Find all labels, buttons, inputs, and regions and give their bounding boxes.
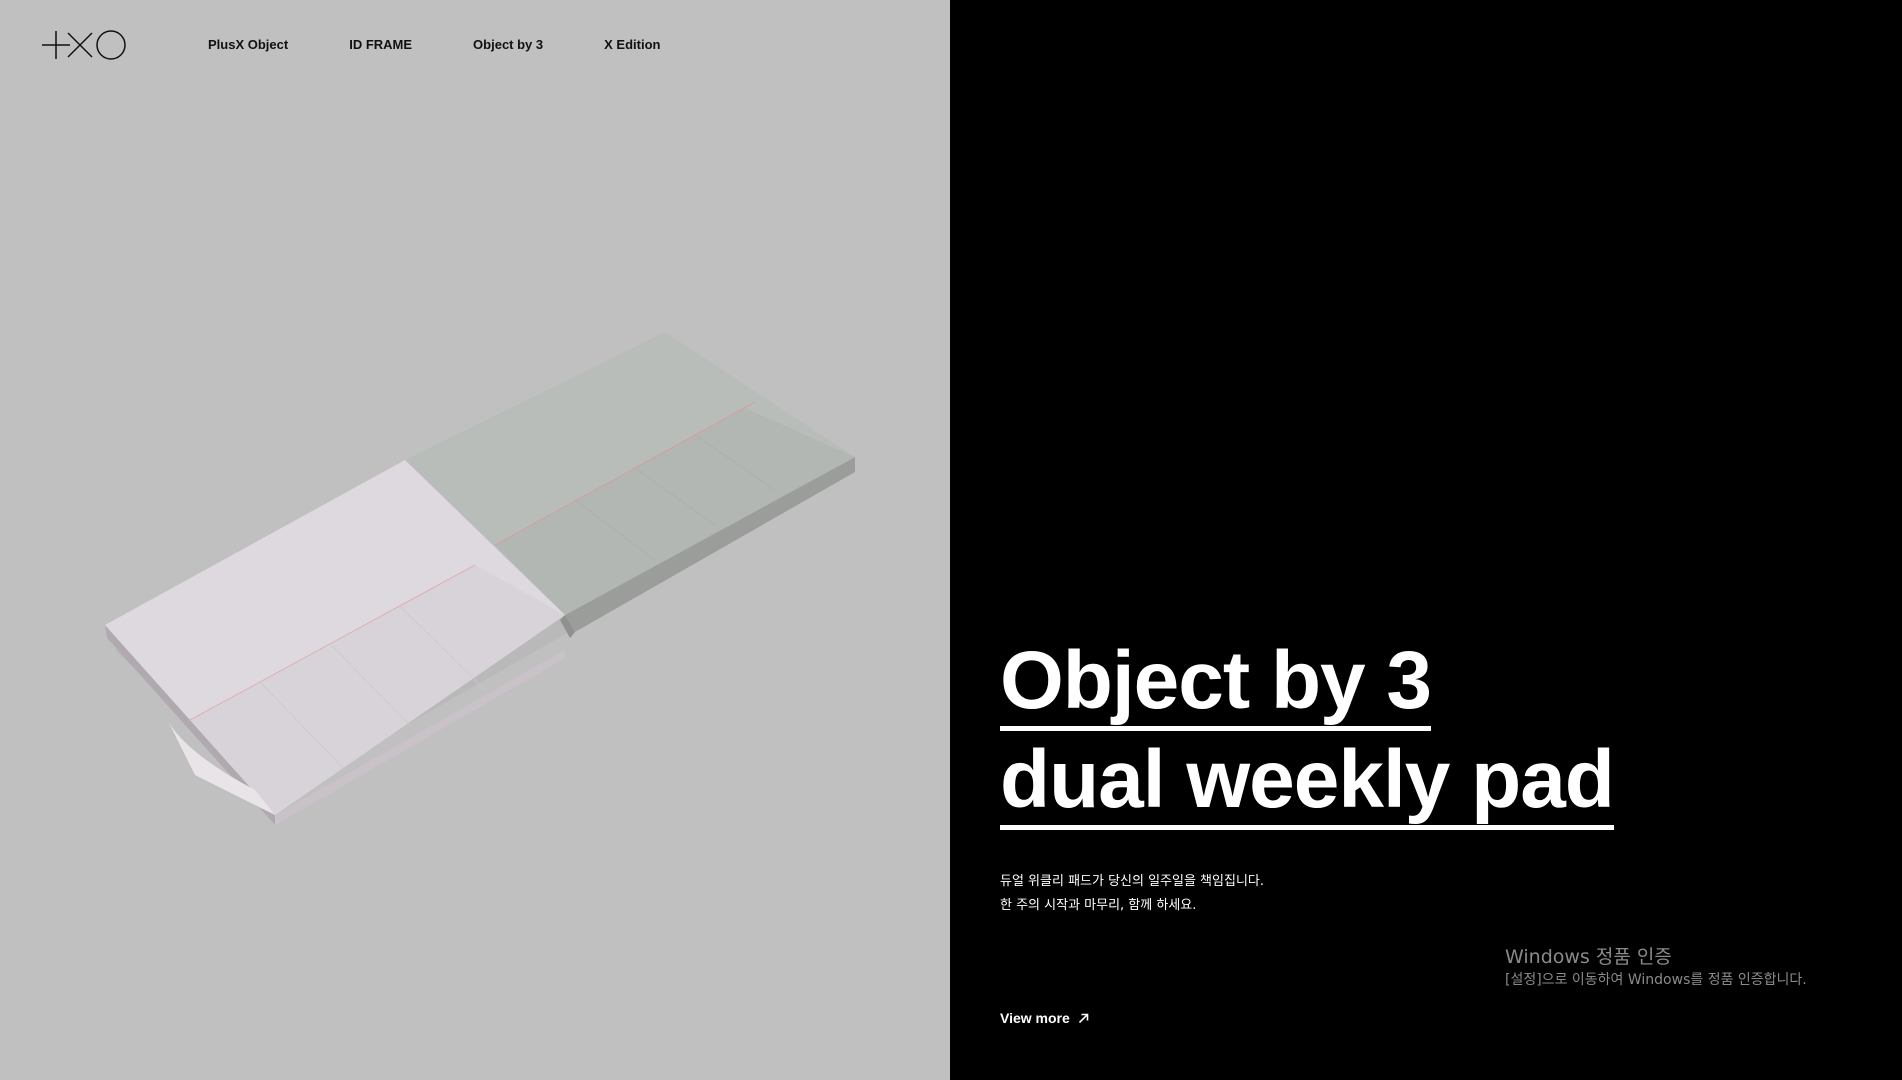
view-more-link[interactable]: View more: [1000, 1010, 1089, 1026]
hero-title-line-1[interactable]: Object by 3: [1000, 640, 1432, 731]
hero-description-line-2: 한 주의 시작과 마무리, 함께 하세요.: [1000, 898, 1197, 913]
product-image-panel: PlusX Object ID FRAME Object by 3 X Edit…: [0, 0, 950, 1080]
main-nav: PlusX Object ID FRAME Object by 3 X Edit…: [208, 0, 721, 88]
nav-plusx-object[interactable]: PlusX Object: [208, 37, 288, 52]
hero-title-line-2[interactable]: dual weekly pad: [1000, 739, 1615, 830]
watermark-title: Windows 정품 인증: [1505, 946, 1672, 968]
hero-panel: [950, 0, 1902, 1080]
windows-activation-watermark: Windows 정품 인증 [설정]으로 이동하여 Windows를 정품 인증…: [1505, 944, 1807, 990]
hero-description: 듀얼 위클리 패드가 당신의 일주일을 책임집니다. 한 주의 시작과 마무리,…: [1000, 870, 1264, 918]
hero-description-line-1: 듀얼 위클리 패드가 당신의 일주일을 책임집니다.: [1000, 874, 1264, 889]
view-more-label: View more: [1000, 1010, 1070, 1026]
plusx-logo-icon[interactable]: [40, 28, 130, 62]
nav-x-edition[interactable]: X Edition: [604, 37, 660, 52]
hero-title: Object by 3 dual weekly pad: [1000, 640, 1615, 830]
nav-id-frame[interactable]: ID FRAME: [349, 37, 412, 52]
arrow-up-right-icon: [1078, 1013, 1089, 1023]
watermark-subtitle: [설정]으로 이동하여 Windows를 정품 인증합니다.: [1505, 972, 1807, 988]
dual-weekly-pad-photo: [105, 332, 855, 825]
nav-object-by-3[interactable]: Object by 3: [473, 37, 543, 52]
